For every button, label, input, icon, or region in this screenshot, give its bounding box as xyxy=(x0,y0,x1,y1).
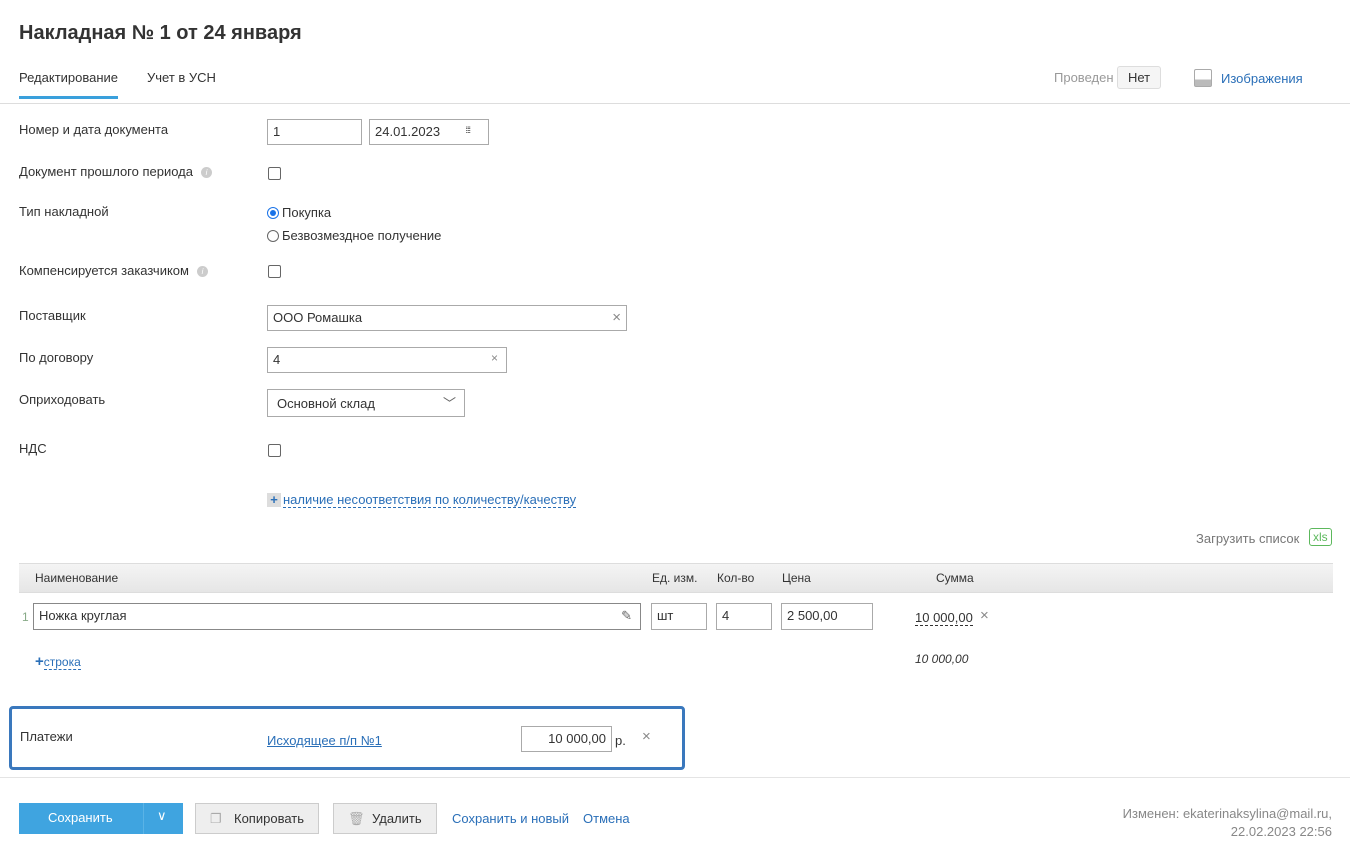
contract-input[interactable]: 4 × xyxy=(267,347,507,373)
mismatch-link[interactable]: наличие несоответствия по количеству/кач… xyxy=(283,492,577,508)
clear-icon[interactable]: × xyxy=(612,309,621,326)
calendar-icon[interactable]: ⁞⁞⁞ xyxy=(465,125,470,135)
row-sum[interactable]: 10 000,00 xyxy=(915,610,973,626)
currency-label: р. xyxy=(615,733,626,748)
doc-number-label: Номер и дата документа xyxy=(19,122,169,137)
tab-editing[interactable]: Редактирование xyxy=(19,70,119,99)
vat-label: НДС xyxy=(19,441,47,456)
posted-label: Проведен xyxy=(1054,70,1114,85)
chevron-down-icon: ﹀ xyxy=(442,396,456,411)
save-button[interactable]: Сохранить ∨ xyxy=(19,803,183,834)
copy-label: Копировать xyxy=(234,811,304,826)
past-period-label: Документ прошлого периода i xyxy=(19,164,212,179)
delete-row-icon[interactable]: × xyxy=(980,607,989,624)
xls-upload-button[interactable]: xls xyxy=(1309,528,1332,546)
table-header: Наименование Ед. изм. Кол-во Цена Сумма xyxy=(19,563,1333,593)
modified-info: Изменен: ekaterinaksylina@mail.ru, 22.02… xyxy=(1123,805,1332,841)
type-option-free[interactable]: Безвозмездное получение xyxy=(267,228,441,243)
image-icon xyxy=(1194,69,1212,87)
upload-list-label[interactable]: Загрузить список xyxy=(1196,531,1299,546)
doc-date-value: 24.01.2023 xyxy=(375,124,441,139)
stock-label: Оприходовать xyxy=(19,392,106,407)
plus-icon: + xyxy=(267,493,281,507)
item-name-input[interactable]: Ножка круглая ✎ xyxy=(33,603,641,630)
row-number: 1 xyxy=(22,610,29,624)
doc-date-input[interactable]: 24.01.2023 ⁞⁞⁞ xyxy=(369,119,489,145)
type-option-purchase[interactable]: Покупка xyxy=(267,205,331,220)
supplier-label: Поставщик xyxy=(19,308,86,323)
vat-checkbox[interactable] xyxy=(268,444,281,457)
past-period-text: Документ прошлого периода xyxy=(19,164,193,179)
stock-value: Основной склад xyxy=(277,396,375,411)
clear-icon[interactable]: × xyxy=(491,351,498,365)
cancel-link[interactable]: Отмена xyxy=(583,811,630,826)
payments-section: Платежи Исходящее п/п №1 10 000,00 р. × xyxy=(9,706,685,770)
payment-link[interactable]: Исходящее п/п №1 xyxy=(267,733,382,748)
payment-amount-input[interactable]: 10 000,00 xyxy=(521,726,612,752)
add-row-button[interactable]: +строка xyxy=(35,653,81,670)
remove-payment-icon[interactable]: × xyxy=(642,728,651,745)
header-price: Цена xyxy=(782,571,811,585)
delete-label: Удалить xyxy=(372,811,422,826)
radio-selected-icon xyxy=(267,207,279,219)
images-link[interactable]: Изображения xyxy=(1221,71,1303,86)
compensated-text: Компенсируется заказчиком xyxy=(19,263,189,278)
header-sum: Сумма xyxy=(936,571,974,585)
trash-icon: 🗑 xyxy=(348,811,365,826)
copy-button[interactable]: ❐ Копировать xyxy=(195,803,319,834)
type-option-label: Покупка xyxy=(282,205,332,220)
item-name-value: Ножка круглая xyxy=(39,608,127,623)
contract-label: По договору xyxy=(19,350,94,365)
stock-select[interactable]: Основной склад ﹀ xyxy=(267,389,465,417)
qty-input[interactable]: 4 xyxy=(716,603,772,630)
supplier-value: ООО Ромашка xyxy=(273,310,363,325)
header-unit: Ед. изм. xyxy=(652,571,698,585)
page-title: Накладная № 1 от 24 января xyxy=(19,22,302,44)
unit-input[interactable]: шт xyxy=(651,603,707,630)
table-total: 10 000,00 xyxy=(915,652,969,666)
delete-button[interactable]: 🗑 Удалить xyxy=(333,803,437,834)
radio-icon xyxy=(267,230,279,242)
type-label: Тип накладной xyxy=(19,204,109,219)
price-input[interactable]: 2 500,00 xyxy=(781,603,873,630)
mismatch-toggle[interactable]: + наличие несоответствия по количеству/ка… xyxy=(267,492,577,508)
copy-icon: ❐ xyxy=(210,811,222,826)
supplier-input[interactable]: ООО Ромашка × xyxy=(267,305,627,331)
info-icon[interactable]: i xyxy=(196,266,208,277)
header-qty: Кол-во xyxy=(717,571,755,585)
contract-value: 4 xyxy=(273,352,281,367)
doc-number-input[interactable]: 1 xyxy=(267,119,362,145)
modified-date: 22.02.2023 22:56 xyxy=(1230,824,1332,839)
pencil-icon[interactable]: ✎ xyxy=(621,608,632,624)
tab-usn[interactable]: Учет в УСН xyxy=(147,70,216,85)
modified-by: Изменен: ekaterinaksylina@mail.ru, xyxy=(1122,806,1332,821)
header-name: Наименование xyxy=(35,571,119,585)
save-and-new-link[interactable]: Сохранить и новый xyxy=(452,811,569,826)
compensated-checkbox[interactable] xyxy=(268,265,281,278)
posted-toggle[interactable]: Нет xyxy=(1117,66,1162,89)
past-period-checkbox[interactable] xyxy=(268,167,281,180)
chevron-down-icon[interactable]: ∨ xyxy=(157,808,167,824)
save-label: Сохранить xyxy=(48,810,113,825)
info-icon[interactable]: i xyxy=(201,167,212,178)
add-row-label: строка xyxy=(43,655,81,670)
plus-icon: + xyxy=(35,653,44,670)
compensated-label: Компенсируется заказчиком i xyxy=(19,263,208,278)
type-option-label: Безвозмездное получение xyxy=(282,228,442,243)
payments-label: Платежи xyxy=(20,729,73,744)
